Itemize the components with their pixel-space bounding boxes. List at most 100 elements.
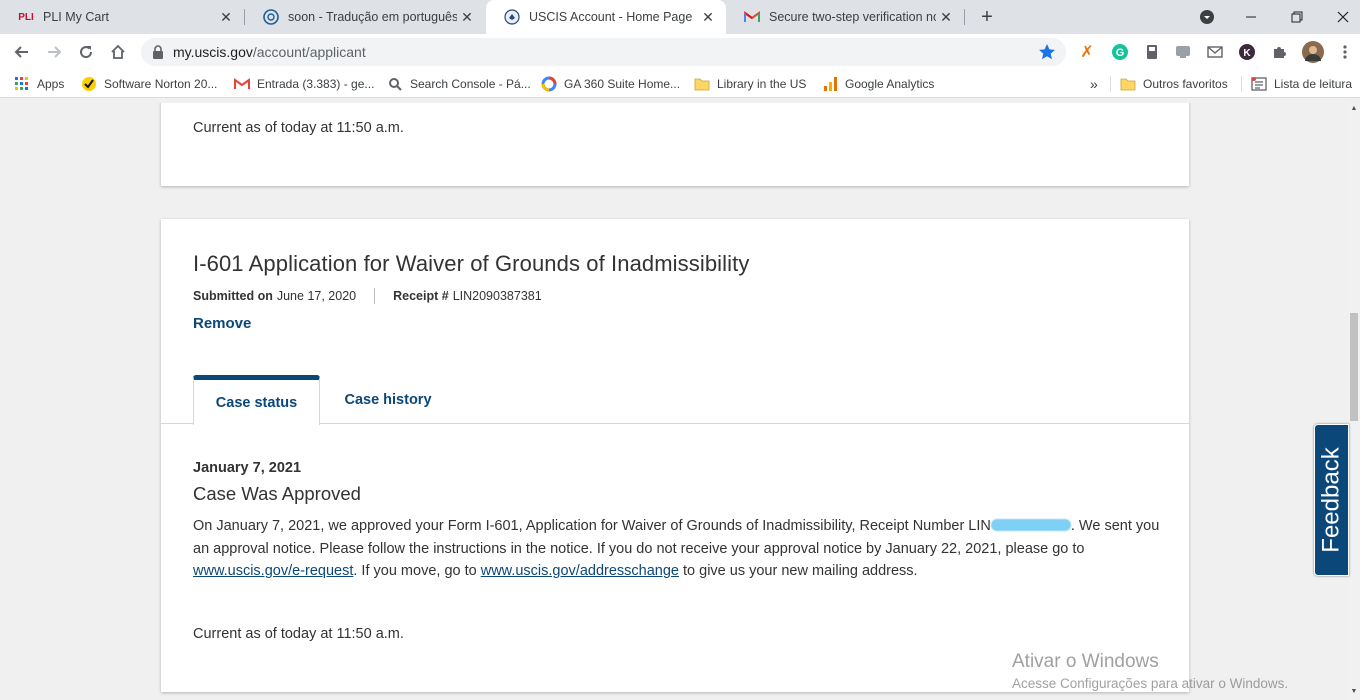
scroll-up-icon[interactable]: ▲	[1350, 105, 1358, 115]
arrow-left-icon	[14, 46, 28, 58]
bookmark-label: Search Console - Pá...	[410, 77, 531, 91]
status-date: January 7, 2021	[193, 460, 302, 476]
search-console-icon	[387, 76, 403, 92]
bookmark-norton[interactable]: Software Norton 20...	[81, 75, 217, 93]
browser-tab-strip: PLI PLI My Cart ✕ soon - Tradução em por…	[0, 0, 1360, 34]
submitted-label: Submitted on	[193, 289, 273, 303]
tab-title: USCIS Account - Home Page	[529, 10, 693, 24]
minimize-icon	[1246, 16, 1256, 18]
case-title: I-601 Application for Waiver of Grounds …	[193, 251, 750, 276]
profile-k-icon[interactable]: K	[1238, 43, 1256, 61]
mail-extension-icon[interactable]	[1206, 43, 1224, 61]
restore-button[interactable]	[1274, 0, 1320, 34]
bookmark-label: Apps	[37, 77, 65, 91]
extension-pin-icon[interactable]: ✗	[1078, 43, 1096, 61]
status-description: On January 7, 2021, we approved your For…	[193, 515, 1168, 583]
case-tabs: Case status Case history	[161, 375, 1189, 425]
overflow-chevron-icon: »	[1090, 76, 1098, 92]
tab-title: PLI My Cart	[43, 10, 109, 24]
back-button[interactable]	[8, 38, 36, 66]
e-request-link[interactable]: www.uscis.gov/e-request	[193, 563, 353, 579]
tab-case-status[interactable]: Case status	[193, 375, 320, 425]
remove-case-button[interactable]: Remove	[193, 315, 251, 332]
tab-uscis-account[interactable]: USCIS Account - Home Page ✕	[486, 0, 726, 34]
url-path: /account/applicant	[252, 44, 366, 60]
tab-search-button[interactable]	[1184, 0, 1230, 34]
url-text: my.uscis.gov/account/applicant	[173, 44, 366, 60]
bookmark-library-us[interactable]: Library in the US	[694, 75, 806, 93]
close-tab-icon[interactable]: ✕	[936, 7, 956, 27]
scrollbar-thumb[interactable]	[1350, 313, 1358, 421]
bookmark-outros-favoritos[interactable]: Outros favoritos	[1120, 75, 1228, 93]
avatar[interactable]	[1302, 41, 1324, 63]
case-meta: Submitted on June 17, 2020 Receipt # LIN…	[193, 288, 542, 304]
close-icon	[1337, 11, 1349, 23]
google-icon	[541, 76, 557, 92]
norton-icon	[81, 76, 97, 92]
bookmark-apps[interactable]: Apps	[14, 75, 64, 93]
home-button[interactable]	[104, 38, 132, 66]
reload-button[interactable]	[72, 38, 100, 66]
minimize-button[interactable]	[1228, 0, 1274, 34]
bookmark-ga360[interactable]: GA 360 Suite Home...	[541, 75, 680, 93]
feedback-label: Feedback	[1317, 447, 1345, 553]
reverso-icon	[263, 9, 279, 25]
new-tab-button[interactable]: +	[975, 5, 999, 29]
bookmark-star-icon[interactable]	[1038, 43, 1056, 61]
status-text-part: to give us your new mailing address.	[679, 563, 918, 579]
bookmark-label: Entrada (3.383) - ge...	[257, 77, 375, 91]
address-bar[interactable]: my.uscis.gov/account/applicant	[141, 38, 1066, 66]
current-as-of-text: Current as of today at 11:50 a.m.	[193, 120, 404, 136]
bookmark-google-analytics[interactable]: Google Analytics	[822, 75, 934, 93]
scroll-down-icon[interactable]: ▼	[1350, 688, 1358, 698]
case-card: I-601 Application for Waiver of Grounds …	[161, 219, 1189, 692]
bookmark-search-console[interactable]: Search Console - Pá...	[387, 75, 531, 93]
windows-activation-watermark: Ativar o Windows Acesse Configurações pa…	[1012, 651, 1288, 691]
bookmark-gmail-inbox[interactable]: Entrada (3.383) - ge...	[234, 75, 374, 93]
previous-case-card: Current as of today at 11:50 a.m.	[161, 103, 1189, 186]
gmail-icon	[234, 76, 250, 92]
close-window-button[interactable]	[1320, 0, 1360, 34]
tab-pli-my-cart[interactable]: PLI PLI My Cart ✕	[0, 0, 244, 34]
reading-list-icon	[1251, 76, 1267, 92]
redaction-mark	[990, 519, 1071, 531]
feedback-button[interactable]: Feedback	[1314, 424, 1349, 576]
forward-button[interactable]	[40, 38, 68, 66]
url-host: my.uscis.gov	[173, 44, 253, 60]
watermark-subtitle: Acesse Configurações para ativar o Windo…	[1012, 676, 1289, 691]
restore-icon	[1291, 11, 1303, 23]
close-tab-icon[interactable]: ✕	[698, 7, 718, 27]
close-tab-icon[interactable]: ✕	[216, 7, 236, 27]
close-tab-icon[interactable]: ✕	[457, 7, 477, 27]
svg-text:G: G	[1116, 47, 1125, 59]
browser-toolbar: my.uscis.gov/account/applicant ✗ G K	[0, 34, 1360, 70]
status-heading: Case Was Approved	[193, 483, 361, 504]
bookmark-label: Lista de leitura	[1274, 77, 1353, 91]
bookmark-label: Google Analytics	[845, 77, 935, 91]
tab-title: soon - Tradução em português -	[288, 10, 457, 24]
tab-case-history[interactable]: Case history	[344, 375, 432, 424]
receipt-label: Receipt #	[393, 289, 449, 303]
dhs-seal-icon	[504, 9, 520, 25]
receipt-number: LIN2090387381	[452, 289, 542, 303]
tab-gmail-verification[interactable]: Secure two-step verification noti ✕	[726, 0, 964, 34]
status-text-part: On January 7, 2021, we approved your For…	[193, 518, 991, 534]
grammarly-icon[interactable]: G	[1111, 43, 1129, 61]
clipboard-extension-icon[interactable]	[1143, 43, 1161, 61]
puzzle-extensions-icon[interactable]	[1270, 43, 1288, 61]
screen-extension-icon[interactable]	[1174, 43, 1192, 61]
page-viewport: Current as of today at 11:50 a.m. I-601 …	[0, 103, 1360, 700]
bookmark-label: GA 360 Suite Home...	[564, 77, 681, 91]
current-as-of-text: Current as of today at 11:50 a.m.	[193, 626, 404, 642]
gmail-icon	[744, 9, 760, 25]
bookmarks-overflow-button[interactable]: »	[1090, 75, 1098, 93]
lock-icon[interactable]	[151, 45, 165, 59]
address-change-link[interactable]: www.uscis.gov/addresschange	[481, 563, 679, 579]
pli-logo-icon: PLI	[18, 11, 34, 23]
chrome-menu-icon[interactable]	[1336, 43, 1354, 61]
bookmark-label: Outros favoritos	[1143, 77, 1228, 91]
tab-reverso[interactable]: soon - Tradução em português - ✕	[245, 0, 485, 34]
bookmark-reading-list[interactable]: Lista de leitura	[1251, 75, 1352, 93]
page-scrollbar[interactable]: ▲ ▼	[1348, 103, 1360, 700]
bookmarks-bar: Apps Software Norton 20... Entrada (3.38…	[0, 70, 1360, 98]
